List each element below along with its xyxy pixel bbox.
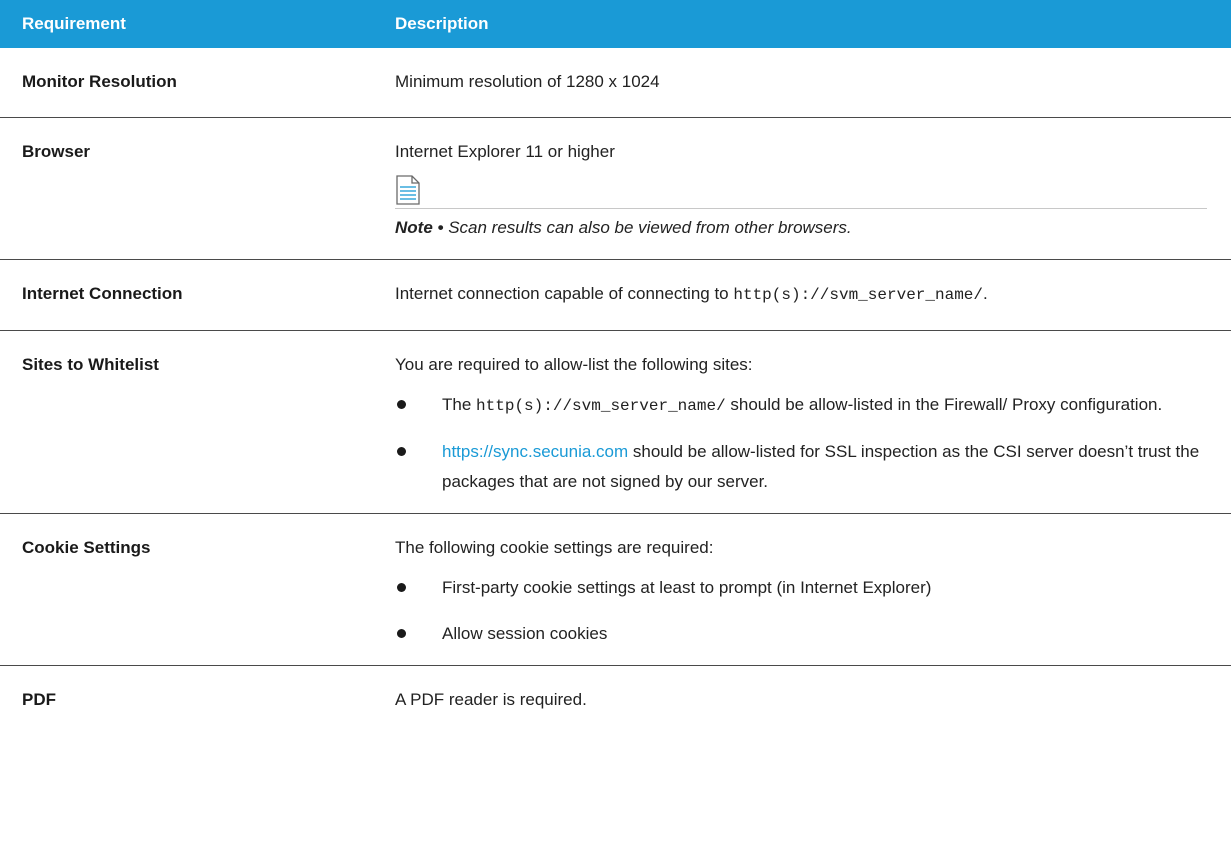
document-icon <box>396 175 420 205</box>
description-text: Internet Explorer 11 or higher <box>395 142 615 161</box>
requirement-description: You are required to allow-list the follo… <box>395 330 1231 514</box>
description-text: You are required to allow-list the follo… <box>395 355 753 374</box>
list-item: First-party cookie settings at least to … <box>395 573 1231 603</box>
requirement-name: Browser <box>0 117 395 260</box>
server-url-code: http(s)://svm_server_name/ <box>733 286 983 304</box>
list-item: Allow session cookies <box>395 619 1231 649</box>
requirement-description: Internet connection capable of connectin… <box>395 259 1231 331</box>
server-url-code: http(s)://svm_server_name/ <box>476 397 726 415</box>
requirement-description: The following cookie settings are requir… <box>395 513 1231 666</box>
bullet-text-end: should be allow-listed in the Firewall/ … <box>725 395 1163 414</box>
table-row: Cookie Settings The following cookie set… <box>0 513 1231 666</box>
bullet-icon <box>397 447 406 456</box>
list-item: The http(s)://svm_server_name/ should be… <box>395 390 1231 421</box>
requirement-description: Minimum resolution of 1280 x 1024 <box>395 48 1231 118</box>
secunia-sync-link[interactable]: https://sync.secunia.com <box>442 442 628 461</box>
bullet-text: First-party cookie settings at least to … <box>442 578 932 597</box>
header-description: Description <box>395 0 1231 48</box>
requirement-name: Sites to Whitelist <box>0 330 395 514</box>
table-row: PDF A PDF reader is required. <box>0 666 1231 722</box>
table-header-row: Requirement Description <box>0 0 1231 48</box>
requirement-description: A PDF reader is required. <box>395 666 1231 722</box>
table-row: Monitor Resolution Minimum resolution of… <box>0 48 1231 118</box>
table-row: Browser Internet Explorer 11 or higher N… <box>0 117 1231 260</box>
note-divider <box>395 208 1207 209</box>
description-text-start: Internet connection capable of connectin… <box>395 284 734 303</box>
list-item: https://sync.secunia.com should be allow… <box>395 437 1231 497</box>
table-row: Sites to Whitelist You are required to a… <box>0 330 1231 514</box>
note-body: Scan results can also be viewed from oth… <box>448 218 852 237</box>
bullet-icon <box>397 583 406 592</box>
requirement-name: Internet Connection <box>0 259 395 331</box>
requirement-name: PDF <box>22 690 56 709</box>
note-text: Note • Scan results can also be viewed f… <box>395 217 1231 239</box>
requirement-name: Cookie Settings <box>0 513 395 666</box>
table-row: Internet Connection Internet connection … <box>0 259 1231 331</box>
bullet-text-start: The <box>442 395 477 414</box>
requirement-name: Monitor Resolution <box>0 48 395 118</box>
bullet-list: The http(s)://svm_server_name/ should be… <box>395 390 1231 497</box>
header-requirement: Requirement <box>0 0 395 48</box>
requirement-description: Internet Explorer 11 or higher Note • Sc… <box>395 117 1231 260</box>
description-text: A PDF reader is required. <box>395 690 587 709</box>
description-text: The following cookie settings are requir… <box>395 538 714 557</box>
description-text: Internet connection capable of connectin… <box>395 283 1231 306</box>
bullet-text: Allow session cookies <box>442 624 608 643</box>
requirements-table: Requirement Description Monitor Resoluti… <box>0 0 1231 721</box>
note-label: Note • <box>395 218 444 237</box>
bullet-list: First-party cookie settings at least to … <box>395 573 1231 649</box>
bullet-icon <box>397 400 406 409</box>
bullet-icon <box>397 629 406 638</box>
description-text: Minimum resolution of 1280 x 1024 <box>395 72 660 91</box>
description-text-end: . <box>983 284 988 303</box>
